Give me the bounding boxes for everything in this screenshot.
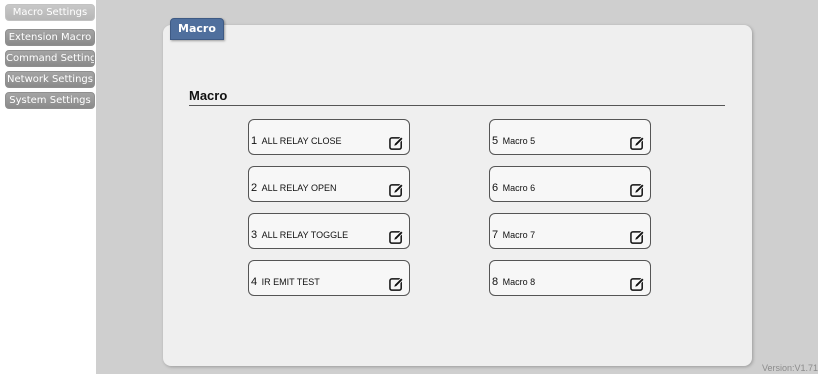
edit-icon[interactable]	[630, 277, 645, 292]
edit-icon[interactable]	[389, 183, 404, 198]
macro-name: ALL RELAY CLOSE	[261, 136, 342, 146]
sidebar-item-network-settings[interactable]: Network Settings	[5, 71, 95, 88]
macro-panel: Macro 1 ALL RELAY CLOSE 2 ALL RELAY OPEN…	[163, 25, 752, 366]
edit-icon[interactable]	[389, 230, 404, 245]
sidebar-item-system-settings[interactable]: System Settings	[5, 92, 95, 109]
edit-icon[interactable]	[389, 136, 404, 151]
macro-button-6[interactable]: 6 Macro 6	[489, 166, 651, 202]
macro-label: 7 Macro 7	[492, 225, 535, 243]
macro-label: 8 Macro 8	[492, 272, 535, 290]
macro-name: ALL RELAY OPEN	[261, 183, 337, 193]
macro-name: Macro 7	[502, 230, 536, 240]
main-area: Macro Macro 1 ALL RELAY CLOSE 2 ALL RELA…	[96, 0, 818, 374]
macro-name: ALL RELAY TOGGLE	[261, 230, 349, 240]
macro-name: Macro 5	[502, 136, 536, 146]
sidebar-item-command-settings[interactable]: Command Settings	[5, 50, 95, 67]
sidebar: Macro Settings Extension Macro Command S…	[0, 0, 96, 374]
macro-number: 8	[492, 276, 499, 288]
macro-number: 7	[492, 229, 499, 241]
macro-label: 3 ALL RELAY TOGGLE	[251, 225, 348, 243]
macro-button-8[interactable]: 8 Macro 8	[489, 260, 651, 296]
macro-number: 5	[492, 135, 499, 147]
macro-number: 6	[492, 182, 499, 194]
macro-tab[interactable]: Macro	[170, 18, 224, 40]
macro-name: IR EMIT TEST	[261, 277, 320, 287]
macro-button-5[interactable]: 5 Macro 5	[489, 119, 651, 155]
edit-icon[interactable]	[389, 277, 404, 292]
macro-button-3[interactable]: 3 ALL RELAY TOGGLE	[248, 213, 410, 249]
macro-name: Macro 6	[502, 183, 536, 193]
macro-name: Macro 8	[502, 277, 536, 287]
macro-number: 1	[251, 135, 258, 147]
section-heading: Macro	[189, 88, 725, 106]
version-label: Version:V1.71	[761, 363, 818, 373]
macro-button-2[interactable]: 2 ALL RELAY OPEN	[248, 166, 410, 202]
macro-label: 5 Macro 5	[492, 131, 535, 149]
sidebar-item-macro-settings[interactable]: Macro Settings	[5, 4, 95, 21]
macro-label: 6 Macro 6	[492, 178, 535, 196]
macro-number: 3	[251, 229, 258, 241]
sidebar-item-extension-macro[interactable]: Extension Macro	[5, 29, 95, 46]
macro-number: 4	[251, 276, 258, 288]
edit-icon[interactable]	[630, 230, 645, 245]
macro-label: 2 ALL RELAY OPEN	[251, 178, 336, 196]
macro-button-7[interactable]: 7 Macro 7	[489, 213, 651, 249]
macro-number: 2	[251, 182, 258, 194]
macro-button-1[interactable]: 1 ALL RELAY CLOSE	[248, 119, 410, 155]
macro-button-4[interactable]: 4 IR EMIT TEST	[248, 260, 410, 296]
edit-icon[interactable]	[630, 136, 645, 151]
macro-label: 1 ALL RELAY CLOSE	[251, 131, 341, 149]
macro-label: 4 IR EMIT TEST	[251, 272, 320, 290]
edit-icon[interactable]	[630, 183, 645, 198]
